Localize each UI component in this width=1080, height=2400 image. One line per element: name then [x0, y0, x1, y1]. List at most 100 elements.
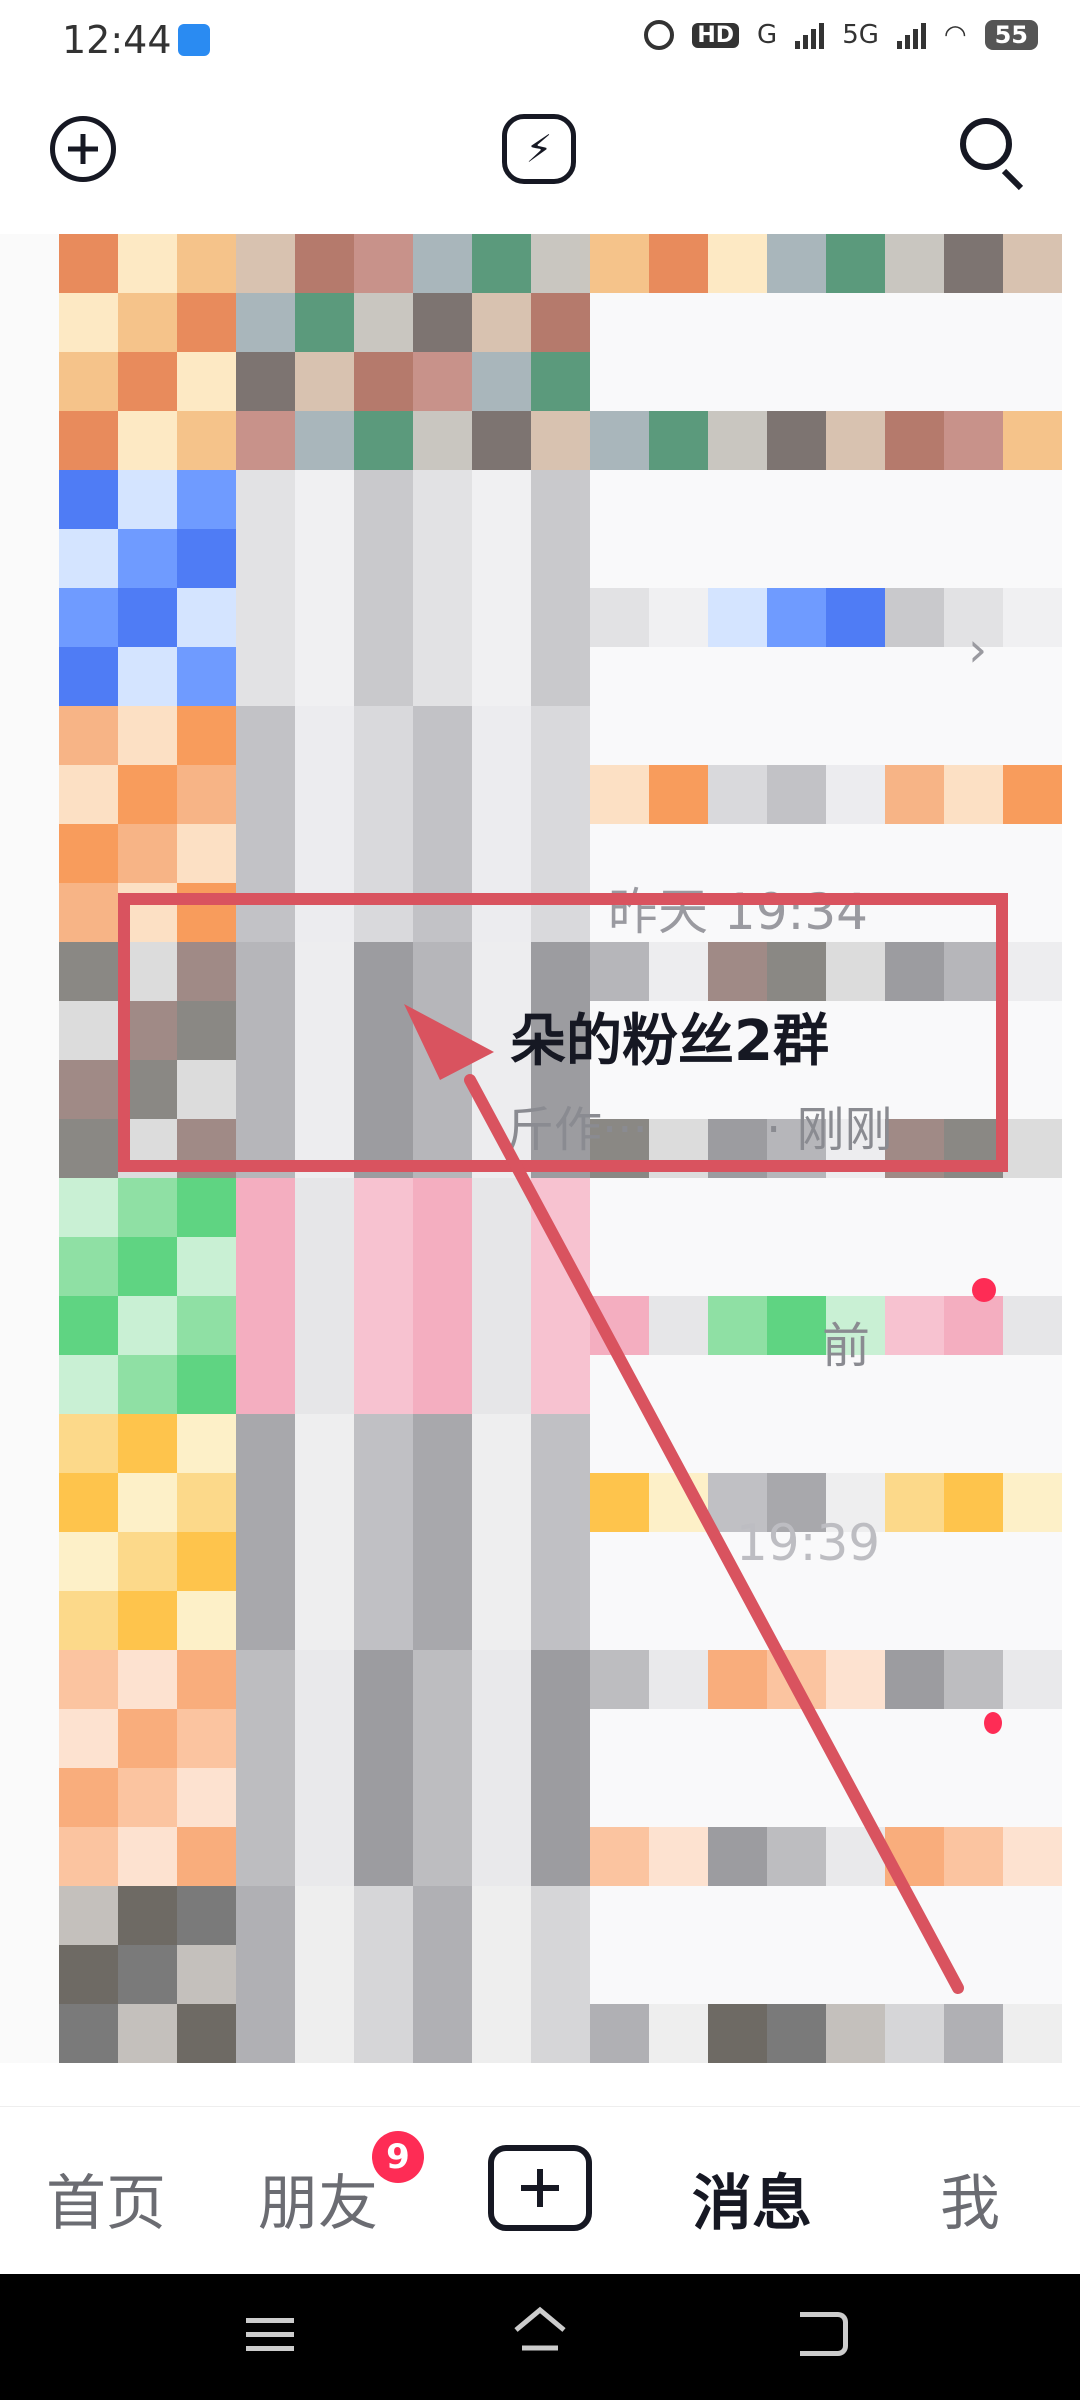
mosaic-tile	[708, 1414, 767, 1473]
mosaic-tile	[295, 411, 354, 470]
mosaic-tile	[649, 1178, 708, 1237]
mosaic-tile	[118, 1532, 177, 1591]
mosaic-tile	[649, 352, 708, 411]
mosaic-tile	[590, 765, 649, 824]
search-icon[interactable]	[960, 118, 1030, 191]
mosaic-tile	[649, 2004, 708, 2063]
mosaic-tile	[649, 234, 708, 293]
mosaic-tile	[885, 1237, 944, 1296]
mosaic-tile	[1003, 883, 1062, 942]
mosaic-tile	[236, 1827, 295, 1886]
mosaic-tile	[59, 765, 118, 824]
mosaic-tile	[295, 824, 354, 883]
menu-icon[interactable]	[246, 2318, 294, 2352]
mosaic-tile	[236, 1945, 295, 2004]
mosaic-tile	[944, 1650, 1003, 1709]
mosaic-tile	[177, 1709, 236, 1768]
mosaic-tile	[59, 293, 118, 352]
mosaic-tile	[354, 588, 413, 647]
mosaic-tile	[885, 1709, 944, 1768]
mosaic-tile	[236, 1650, 295, 1709]
mosaic-tile	[295, 1296, 354, 1355]
mosaic-tile	[59, 647, 118, 706]
mosaic-tile	[649, 1414, 708, 1473]
mosaic-tile	[354, 1178, 413, 1237]
mosaic-tile	[472, 293, 531, 352]
mosaic-tile	[767, 1945, 826, 2004]
mosaic-tile	[354, 352, 413, 411]
mosaic-tile	[295, 1709, 354, 1768]
chevron-right-icon[interactable]: ›	[968, 622, 987, 678]
mosaic-tile	[295, 1414, 354, 1473]
mosaic-tile	[472, 529, 531, 588]
mosaic-tile	[885, 470, 944, 529]
nav-friends[interactable]: 朋友	[258, 2155, 378, 2242]
mosaic-tile	[944, 1296, 1003, 1355]
mosaic-tile	[826, 411, 885, 470]
mosaic-tile	[767, 706, 826, 765]
mosaic-tile	[1003, 588, 1062, 647]
mosaic-tile	[708, 1768, 767, 1827]
mosaic-tile	[59, 234, 118, 293]
back-icon[interactable]	[800, 2312, 848, 2356]
nav-messages[interactable]: 消息	[692, 2155, 812, 2242]
mosaic-tile	[944, 411, 1003, 470]
create-button[interactable]	[488, 2145, 592, 2231]
mosaic-tile	[472, 1709, 531, 1768]
plus-circle-icon[interactable]	[50, 116, 116, 182]
mosaic-tile	[59, 2004, 118, 2063]
lightning-icon[interactable]: ⚡	[502, 114, 576, 184]
mosaic-tile	[0, 647, 59, 706]
mosaic-tile	[1003, 1827, 1062, 1886]
mosaic-tile	[295, 1178, 354, 1237]
mosaic-tile	[118, 1296, 177, 1355]
home-icon[interactable]	[512, 2304, 568, 2364]
mosaic-tile	[944, 1945, 1003, 2004]
mosaic-tile	[295, 1532, 354, 1591]
mosaic-tile	[236, 1532, 295, 1591]
mosaic-tile	[236, 2004, 295, 2063]
mosaic-tile	[590, 470, 649, 529]
mosaic-tile	[236, 588, 295, 647]
mosaic-tile	[0, 1886, 59, 1945]
mosaic-tile	[236, 765, 295, 824]
mosaic-tile	[649, 470, 708, 529]
mosaic-tile	[177, 1650, 236, 1709]
mosaic-tile	[354, 1473, 413, 1532]
mosaic-tile	[236, 529, 295, 588]
mosaic-tile	[1003, 2004, 1062, 2063]
mosaic-tile	[767, 765, 826, 824]
nav-home[interactable]: 首页	[46, 2155, 166, 2242]
mosaic-tile	[0, 1296, 59, 1355]
mosaic-tile	[649, 1709, 708, 1768]
mosaic-tile	[472, 1886, 531, 1945]
mosaic-tile	[354, 1296, 413, 1355]
mosaic-tile	[826, 1827, 885, 1886]
mosaic-tile	[767, 1709, 826, 1768]
mosaic-tile	[649, 1532, 708, 1591]
mosaic-tile	[177, 1886, 236, 1945]
mosaic-tile	[413, 1237, 472, 1296]
mosaic-tile	[472, 1237, 531, 1296]
mosaic-tile	[472, 1591, 531, 1650]
mosaic-tile	[177, 1237, 236, 1296]
nav-me[interactable]: 我	[940, 2155, 1000, 2242]
mosaic-tile	[767, 2004, 826, 2063]
mosaic-tile	[590, 2004, 649, 2063]
mosaic-tile	[118, 1355, 177, 1414]
mosaic-tile	[531, 706, 590, 765]
mosaic-tile	[826, 1768, 885, 1827]
mosaic-tile	[472, 352, 531, 411]
mosaic-tile	[708, 1709, 767, 1768]
mosaic-tile	[885, 1591, 944, 1650]
mosaic-tile	[59, 352, 118, 411]
mosaic-tile	[1003, 529, 1062, 588]
mosaic-tile	[708, 1296, 767, 1355]
mosaic-tile	[649, 1355, 708, 1414]
mosaic-tile	[59, 1886, 118, 1945]
mosaic-tile	[590, 1886, 649, 1945]
mosaic-tile	[354, 470, 413, 529]
mosaic-tile	[531, 1945, 590, 2004]
mosaic-tile	[177, 411, 236, 470]
mosaic-tile	[118, 2004, 177, 2063]
